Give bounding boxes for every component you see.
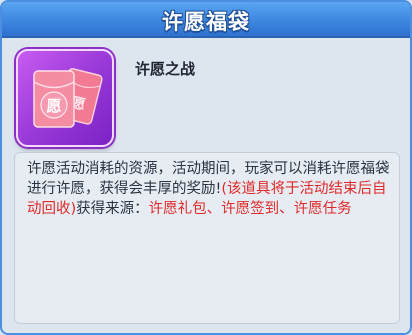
- icon-glyph: 愿: [46, 97, 61, 115]
- red-envelope-icon: 愿 愿: [16, 49, 114, 147]
- description-sources: 许愿礼包、许愿签到、许愿任务: [148, 201, 352, 217]
- panel-title: 许愿福袋: [162, 10, 250, 34]
- title-bar: 许愿福袋: [2, 2, 410, 38]
- description-text: 许愿活动消耗的资源，活动期间，玩家可以消耗许愿福袋进行许愿，获得会丰厚的奖励!(…: [27, 159, 391, 219]
- item-name: 许愿之战: [135, 60, 196, 78]
- envelope-graphic: 愿 愿: [33, 68, 103, 128]
- item-info-panel: 许愿福袋 愿 愿 许愿之战 许愿活动消耗的资源，活动期间，玩家可以消耗许愿福袋进…: [0, 0, 412, 335]
- description-source-label: 获得来源：: [76, 201, 149, 217]
- description-box: 许愿活动消耗的资源，活动期间，玩家可以消耗许愿福袋进行许愿，获得会丰厚的奖励!(…: [14, 152, 400, 324]
